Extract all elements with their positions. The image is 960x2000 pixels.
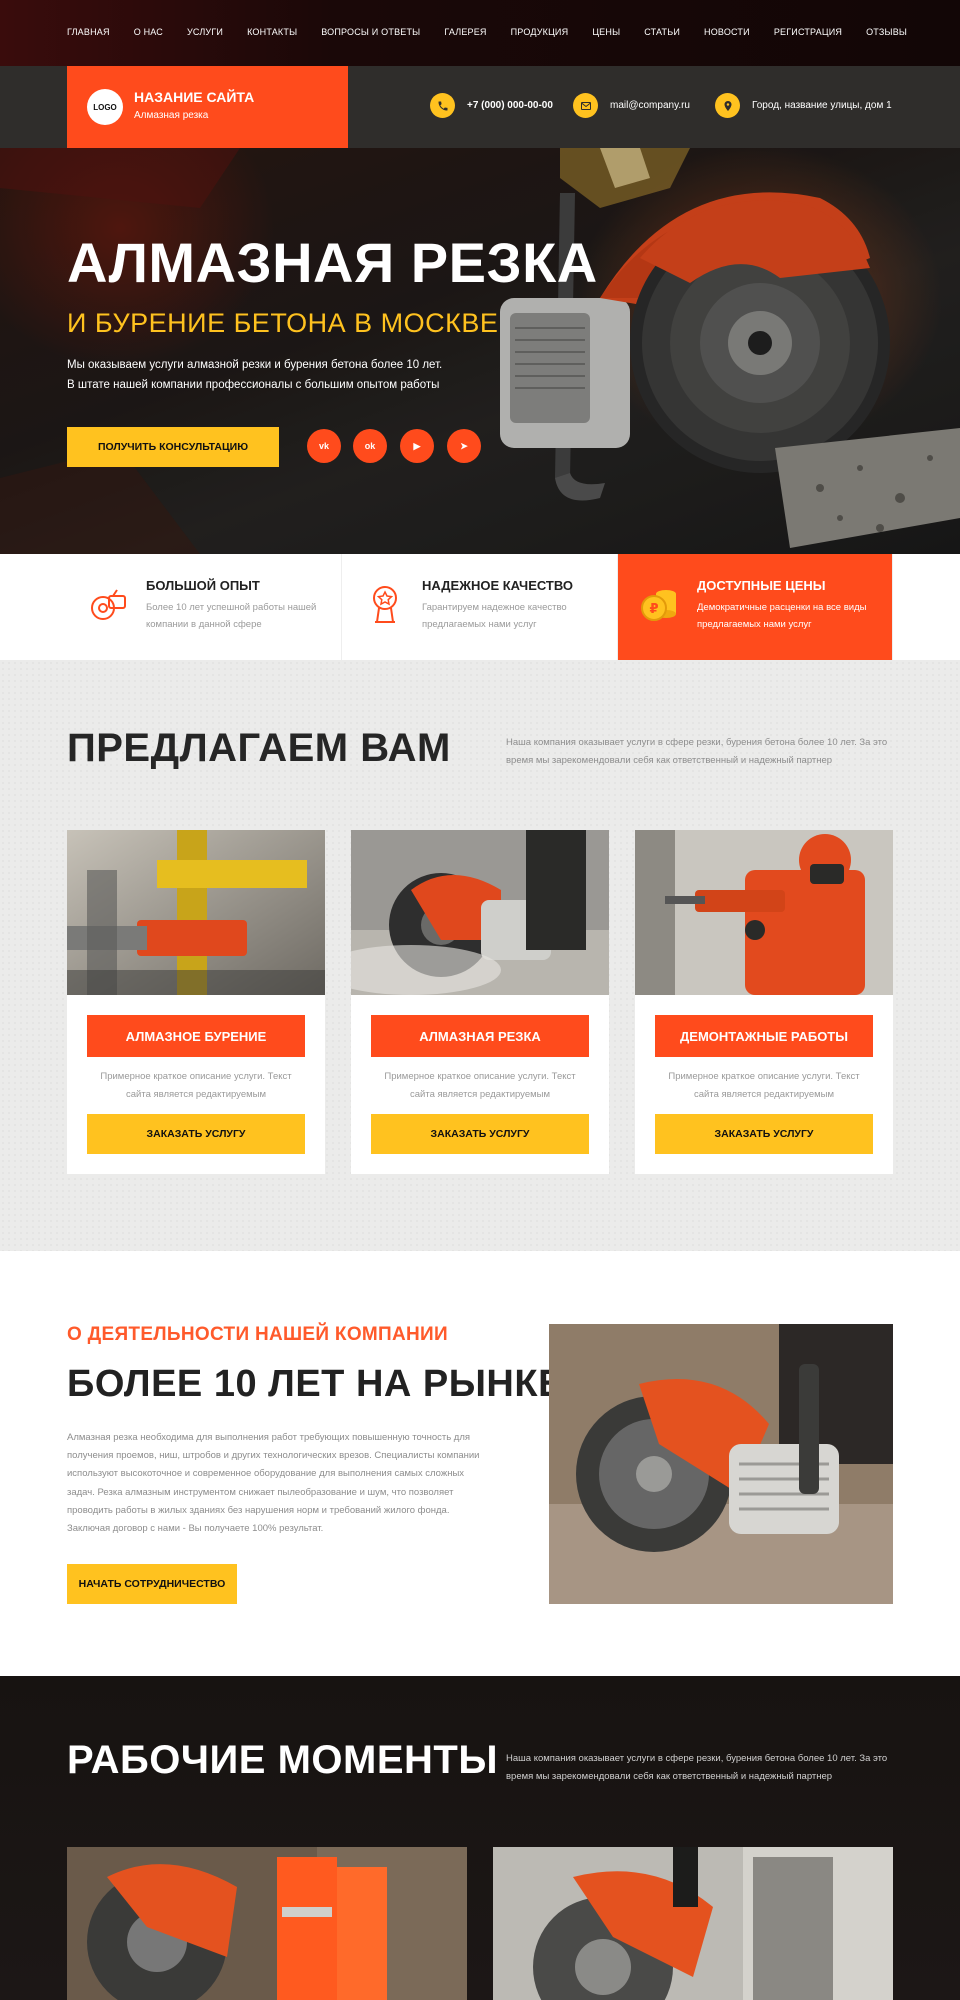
gallery-photo[interactable]: [67, 1847, 467, 2000]
services-section: ПРЕДЛАГАЕМ ВАМ Наша компания оказывает у…: [0, 660, 960, 1251]
hero-text-line-1: Мы оказываем услуги алмазной резки и бур…: [67, 359, 443, 371]
service-card-cutting: АЛМАЗНАЯ РЕЗКА Примерное краткое описани…: [351, 830, 609, 1174]
nav-item-faq[interactable]: Вопросы и ответы: [321, 27, 420, 37]
email-address[interactable]: mail@company.ru: [610, 100, 690, 111]
about-text: Алмазная резка необходима для выполнения…: [67, 1432, 480, 1535]
svg-text:₽: ₽: [649, 602, 658, 617]
mail-icon: [573, 93, 598, 118]
order-service-button[interactable]: ЗАКАЗАТЬ УСЛУГУ: [655, 1114, 873, 1154]
phone-number[interactable]: +7 (000) 000-00-00: [467, 100, 553, 111]
feature-text: Демократичные расценки на все виды предл…: [697, 602, 867, 630]
feature-title: БОЛЬШОЙ ОПЫТ: [146, 578, 260, 593]
header-bar: LOGO НАЗАНИЕ САЙТА Алмазная резка +7 (00…: [0, 66, 960, 148]
section-title: РАБОЧИЕ МОМЕНТЫ: [67, 1738, 498, 1782]
order-service-button[interactable]: ЗАКАЗАТЬ УСЛУГУ: [371, 1114, 589, 1154]
service-description: Примерное краткое описание услуги. Текст…: [100, 1071, 292, 1100]
feature-experience: БОЛЬШОЙ ОПЫТ Более 10 лет успешной работ…: [67, 554, 342, 660]
header-address: Город, название улицы, дом 1: [715, 93, 892, 118]
header-phone[interactable]: +7 (000) 000-00-00: [430, 93, 553, 118]
award-icon: [373, 586, 397, 623]
about-section: О ДЕЯТЕЛЬНОСТИ НАШЕЙ КОМПАНИИ БОЛЕЕ 10 Л…: [0, 1251, 960, 1676]
feature-quality: НАДЕЖНОЕ КАЧЕСТВО Гарантируем надежное к…: [343, 554, 618, 660]
nav-item-services[interactable]: Услуги: [187, 27, 223, 37]
start-cooperation-button[interactable]: НАЧАТЬ СОТРУДНИЧЕСТВО: [67, 1564, 237, 1604]
nav-item-gallery[interactable]: Галерея: [444, 27, 486, 37]
work-moments-section: РАБОЧИЕ МОМЕНТЫ Наша компания оказывает …: [0, 1676, 960, 2000]
nav-item-registration[interactable]: Регистрация: [774, 27, 842, 37]
logo-block[interactable]: LOGO НАЗАНИЕ САЙТА Алмазная резка: [67, 66, 348, 148]
header-email[interactable]: mail@company.ru: [573, 93, 690, 118]
nav-item-contacts[interactable]: Контакты: [247, 27, 297, 37]
phone-icon: [430, 93, 455, 118]
service-description: Примерное краткое описание услуги. Текст…: [384, 1071, 576, 1100]
logo[interactable]: LOGO: [87, 89, 123, 125]
site-tagline: Алмазная резка: [134, 110, 209, 121]
coins-icon: ₽: [641, 590, 676, 621]
section-description: Наша компания оказывает услуги в сфере р…: [506, 737, 888, 766]
youtube-icon[interactable]: ▶: [400, 429, 434, 463]
section-title: ПРЕДЛАГАЕМ ВАМ: [67, 726, 451, 770]
feature-title: ДОСТУПНЫЕ ЦЕНЫ: [697, 578, 826, 593]
vk-icon[interactable]: vk: [307, 429, 341, 463]
location-pin-icon: [715, 93, 740, 118]
hero-text-line-2: В штате нашей компании профессионалы с б…: [67, 379, 440, 391]
about-photo: [549, 1324, 893, 1604]
feature-title: НАДЕЖНОЕ КАЧЕСТВО: [422, 578, 574, 593]
nav-item-products[interactable]: Продукция: [511, 27, 569, 37]
about-title: БОЛЕЕ 10 ЛЕТ НА РЫНКЕ: [67, 1363, 564, 1405]
site-name: НАЗАНИЕ САЙТА: [134, 89, 255, 105]
top-navigation: Главная О нас Услуги Контакты Вопросы и …: [0, 0, 960, 66]
address-text: Город, название улицы, дом 1: [752, 100, 892, 111]
feature-text: Более 10 лет успешной работы нашей компа…: [146, 602, 317, 630]
service-photo: [351, 830, 609, 995]
service-description: Примерное краткое описание услуги. Текст…: [668, 1071, 860, 1100]
nav-item-reviews[interactable]: Отзывы: [866, 27, 907, 37]
nav-menu: Главная О нас Услуги Контакты Вопросы и …: [67, 27, 931, 37]
nav-item-articles[interactable]: Статьи: [644, 27, 680, 37]
nav-item-home[interactable]: Главная: [67, 27, 110, 37]
telegram-icon[interactable]: ➤: [447, 429, 481, 463]
get-consultation-button[interactable]: ПОЛУЧИТЬ КОНСУЛЬТАЦИЮ: [67, 427, 279, 467]
hero-title: АЛМАЗНАЯ РЕЗКА: [67, 231, 598, 294]
service-title: АЛМАЗНАЯ РЕЗКА: [371, 1015, 589, 1057]
feature-text: Гарантируем надежное качество предлагаем…: [422, 602, 567, 630]
gallery-photo[interactable]: [493, 1847, 893, 2000]
hero-subtitle: И БУРЕНИЕ БЕТОНА В МОСКВЕ: [67, 308, 499, 338]
hero-saw-illustration: [0, 148, 960, 554]
section-description: Наша компания оказывает услуги в сфере р…: [506, 1753, 888, 1782]
hero-section: АЛМАЗНАЯ РЕЗКА И БУРЕНИЕ БЕТОНА В МОСКВЕ…: [0, 148, 960, 554]
saw-icon: [91, 589, 126, 620]
service-photo: [67, 830, 325, 995]
service-title: ДЕМОНТАЖНЫЕ РАБОТЫ: [655, 1015, 873, 1057]
service-title: АЛМАЗНОЕ БУРЕНИЕ: [87, 1015, 305, 1057]
service-photo: [635, 830, 893, 995]
nav-item-about[interactable]: О нас: [134, 27, 163, 37]
nav-item-prices[interactable]: Цены: [592, 27, 620, 37]
service-card-demolition: ДЕМОНТАЖНЫЕ РАБОТЫ Примерное краткое опи…: [635, 830, 893, 1174]
about-kicker: О ДЕЯТЕЛЬНОСТИ НАШЕЙ КОМПАНИИ: [67, 1324, 448, 1345]
order-service-button[interactable]: ЗАКАЗАТЬ УСЛУГУ: [87, 1114, 305, 1154]
service-card-drilling: АЛМАЗНОЕ БУРЕНИЕ Примерное краткое описа…: [67, 830, 325, 1174]
features-strip: БОЛЬШОЙ ОПЫТ Более 10 лет успешной работ…: [0, 554, 960, 660]
nav-item-news[interactable]: Новости: [704, 27, 750, 37]
feature-prices: ₽ ДОСТУПНЫЕ ЦЕНЫ Демократичные расценки …: [618, 554, 893, 660]
odnoklassniki-icon[interactable]: ok: [353, 429, 387, 463]
